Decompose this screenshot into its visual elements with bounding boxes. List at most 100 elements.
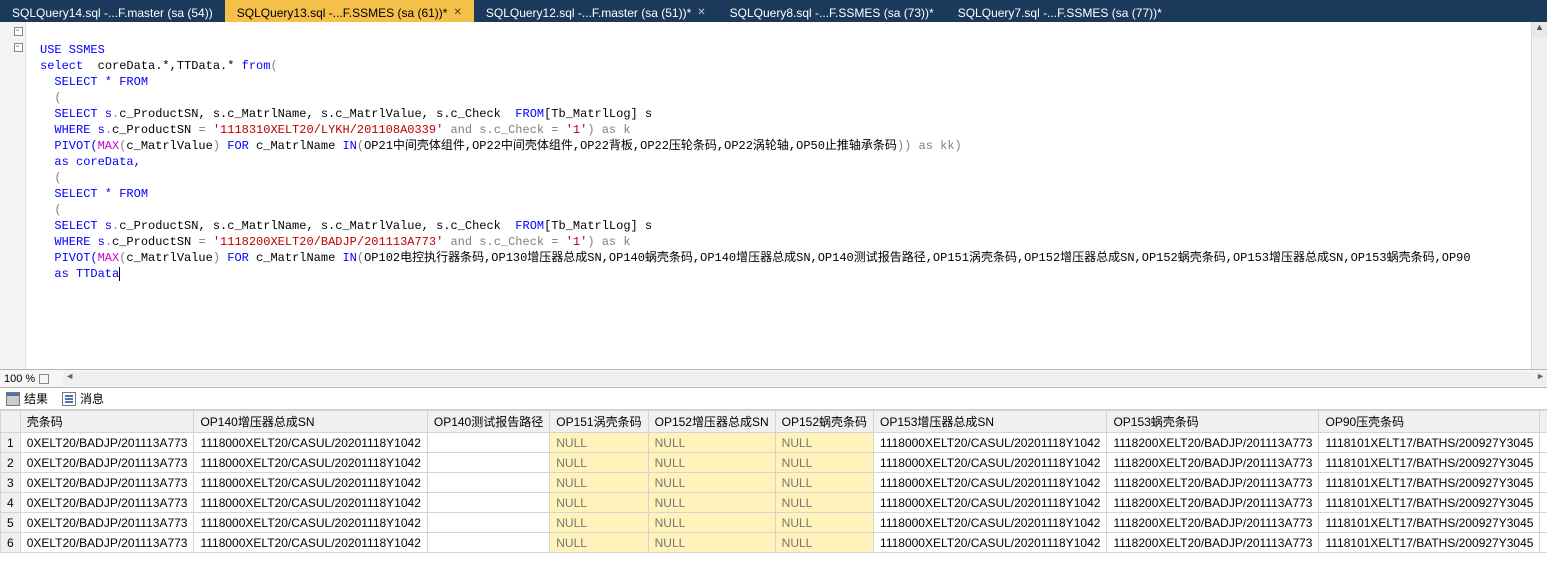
table-row[interactable]: 50XELT20/BADJP/201113A7731118000XELT20/C… <box>1 513 1547 533</box>
table-row[interactable]: 60XELT20/BADJP/201113A7731118000XELT20/C… <box>1 533 1547 553</box>
tab-results[interactable]: 结果 <box>6 390 48 407</box>
cell[interactable] <box>427 473 549 493</box>
cell[interactable] <box>427 533 549 553</box>
row-number[interactable]: 6 <box>1 533 21 553</box>
cell[interactable]: 1118200XELT20/BADJP/201113A773 <box>1107 473 1319 493</box>
column-header[interactable]: 壳条码 <box>20 411 194 433</box>
column-header[interactable]: OP153增压器总成SN <box>874 411 1107 433</box>
zoom-dropdown-icon[interactable] <box>39 374 49 384</box>
cell[interactable]: 1118200XELT20/BADJP/201113A773 <box>1107 513 1319 533</box>
cell[interactable]: 1118000XELT20/CASUL/20201118Y1042 <box>874 453 1107 473</box>
tab-sqlquery14[interactable]: SQLQuery14.sql -...F.master (sa (54)) <box>0 0 225 22</box>
tab-messages[interactable]: 消息 <box>62 390 104 407</box>
tab-sqlquery8[interactable]: SQLQuery8.sql -...F.SSMES (sa (73))* <box>718 0 946 22</box>
row-header-corner[interactable] <box>1 411 21 433</box>
cell[interactable]: 1118000XELT20/CASUL/20201118Y1042 <box>874 493 1107 513</box>
cell[interactable]: 1118200XELT20/BADJP/201113A773 <box>1107 533 1319 553</box>
cell[interactable]: 1118000XELT20/CASUL/20201118Y1042 <box>874 513 1107 533</box>
editor-text[interactable]: USE SSMES select coreData.*,TTData.* fro… <box>26 26 1531 369</box>
cell[interactable]: 1118000XELT20/CASUL/20201118Y1042 <box>874 433 1107 453</box>
cell[interactable]: NULL <box>775 453 873 473</box>
row-number[interactable]: 3 <box>1 473 21 493</box>
row-number[interactable]: 5 <box>1 513 21 533</box>
cell[interactable]: 1118101XELT17/BATHS/200927Y3045 <box>1319 493 1540 513</box>
row-number[interactable]: 1 <box>1 433 21 453</box>
cell[interactable]: 0XELT20/BADJP/201113A773 <box>20 433 194 453</box>
table-row[interactable]: 20XELT20/BADJP/201113A7731118000XELT20/C… <box>1 453 1547 473</box>
cell[interactable]: 1118000XELT20/CASUL/20201118Y1042 <box>874 533 1107 553</box>
cell[interactable] <box>427 493 549 513</box>
cell[interactable]: 1118000XELT20/CASUL/20201118Y1042 <box>194 493 427 513</box>
cell[interactable]: 0XELT20/BADJP/201113A773 <box>20 493 194 513</box>
row-number[interactable]: 4 <box>1 493 21 513</box>
cell[interactable]: 1118000XELT20/CASUL/20201118Y1042 <box>874 473 1107 493</box>
cell[interactable]: 0XELT20/BADJP/201113A773 <box>20 453 194 473</box>
tab-sqlquery7[interactable]: SQLQuery7.sql -...F.SSMES (sa (77))* <box>946 0 1174 22</box>
cell[interactable]: 1118200XELT20/BADJP/201113A773 <box>1107 453 1319 473</box>
cell[interactable]: NULL <box>775 493 873 513</box>
cell[interactable]: 1118310XELT20/LY <box>1540 433 1547 453</box>
cell[interactable] <box>427 433 549 453</box>
tab-sqlquery13[interactable]: SQLQuery13.sql -...F.SSMES (sa (61))*✕ <box>225 0 474 22</box>
cell[interactable]: 1118310XELT20/LY <box>1540 533 1547 553</box>
cell[interactable]: 1118101XELT17/BATHS/200927Y3045 <box>1319 473 1540 493</box>
table-row[interactable]: 30XELT20/BADJP/201113A7731118000XELT20/C… <box>1 473 1547 493</box>
cell[interactable]: 0XELT20/BADJP/201113A773 <box>20 513 194 533</box>
column-header[interactable]: OP90压壳条码 <box>1319 411 1540 433</box>
tab-sqlquery12[interactable]: SQLQuery12.sql -...F.master (sa (51))*✕ <box>474 0 718 22</box>
row-number[interactable]: 2 <box>1 453 21 473</box>
column-header[interactable]: OP153蜗壳条码 <box>1107 411 1319 433</box>
cell[interactable]: 1118310XELT20/LY <box>1540 493 1547 513</box>
cell[interactable]: 1118310XELT20/LY <box>1540 473 1547 493</box>
horizontal-scrollbar[interactable] <box>63 372 1547 386</box>
cell[interactable]: 0XELT20/BADJP/201113A773 <box>20 533 194 553</box>
column-header[interactable]: OP140增压器总成SN <box>194 411 427 433</box>
column-header[interactable]: OP90中间体条码 <box>1540 411 1547 433</box>
cell[interactable]: NULL <box>550 513 648 533</box>
scroll-up-icon[interactable]: ▲ <box>1532 22 1547 38</box>
cell[interactable]: NULL <box>648 533 775 553</box>
cell[interactable]: 1118310XELT20/LY <box>1540 453 1547 473</box>
cell[interactable]: NULL <box>648 473 775 493</box>
cell[interactable]: 1118101XELT17/BATHS/200927Y3045 <box>1319 433 1540 453</box>
cell[interactable]: 1118000XELT20/CASUL/20201118Y1042 <box>194 513 427 533</box>
close-icon[interactable]: ✕ <box>697 7 705 18</box>
cell[interactable]: NULL <box>775 533 873 553</box>
cell[interactable]: 1118200XELT20/BADJP/201113A773 <box>1107 493 1319 513</box>
cell[interactable]: 1118101XELT17/BATHS/200927Y3045 <box>1319 453 1540 473</box>
cell[interactable]: NULL <box>550 453 648 473</box>
cell[interactable]: 1118000XELT20/CASUL/20201118Y1042 <box>194 533 427 553</box>
cell[interactable]: NULL <box>550 493 648 513</box>
cell[interactable]: 1118101XELT17/BATHS/200927Y3045 <box>1319 533 1540 553</box>
cell[interactable] <box>427 513 549 533</box>
results-grid[interactable]: 壳条码OP140增压器总成SNOP140测试报告路径OP151涡壳条码OP152… <box>0 410 1547 577</box>
cell[interactable]: NULL <box>648 433 775 453</box>
column-header[interactable]: OP151涡壳条码 <box>550 411 648 433</box>
cell[interactable]: 1118200XELT20/BADJP/201113A773 <box>1107 433 1319 453</box>
cell[interactable]: NULL <box>648 453 775 473</box>
table-row[interactable]: 10XELT20/BADJP/201113A7731118000XELT20/C… <box>1 433 1547 453</box>
vertical-scrollbar[interactable]: ▲ <box>1531 22 1547 369</box>
column-header[interactable]: OP140测试报告路径 <box>427 411 549 433</box>
cell[interactable]: NULL <box>550 473 648 493</box>
cell[interactable] <box>427 453 549 473</box>
close-icon[interactable]: ✕ <box>453 7 461 18</box>
cell[interactable]: 1118000XELT20/CASUL/20201118Y1042 <box>194 473 427 493</box>
cell[interactable]: NULL <box>648 493 775 513</box>
cell[interactable]: NULL <box>550 433 648 453</box>
cell[interactable]: 1118000XELT20/CASUL/20201118Y1042 <box>194 453 427 473</box>
cell[interactable]: NULL <box>775 473 873 493</box>
cell[interactable]: NULL <box>550 533 648 553</box>
cell[interactable]: 1118000XELT20/CASUL/20201118Y1042 <box>194 433 427 453</box>
fold-icon[interactable] <box>14 43 23 52</box>
cell[interactable]: NULL <box>775 513 873 533</box>
cell[interactable]: 0XELT20/BADJP/201113A773 <box>20 473 194 493</box>
fold-icon[interactable] <box>14 27 23 36</box>
cell[interactable]: NULL <box>648 513 775 533</box>
cell[interactable]: 1118101XELT17/BATHS/200927Y3045 <box>1319 513 1540 533</box>
column-header[interactable]: OP152蜗壳条码 <box>775 411 873 433</box>
cell[interactable]: 1118310XELT20/LY <box>1540 513 1547 533</box>
zoom-level[interactable]: 100 % <box>4 373 35 385</box>
sql-editor[interactable]: USE SSMES select coreData.*,TTData.* fro… <box>0 22 1547 370</box>
column-header[interactable]: OP152增压器总成SN <box>648 411 775 433</box>
